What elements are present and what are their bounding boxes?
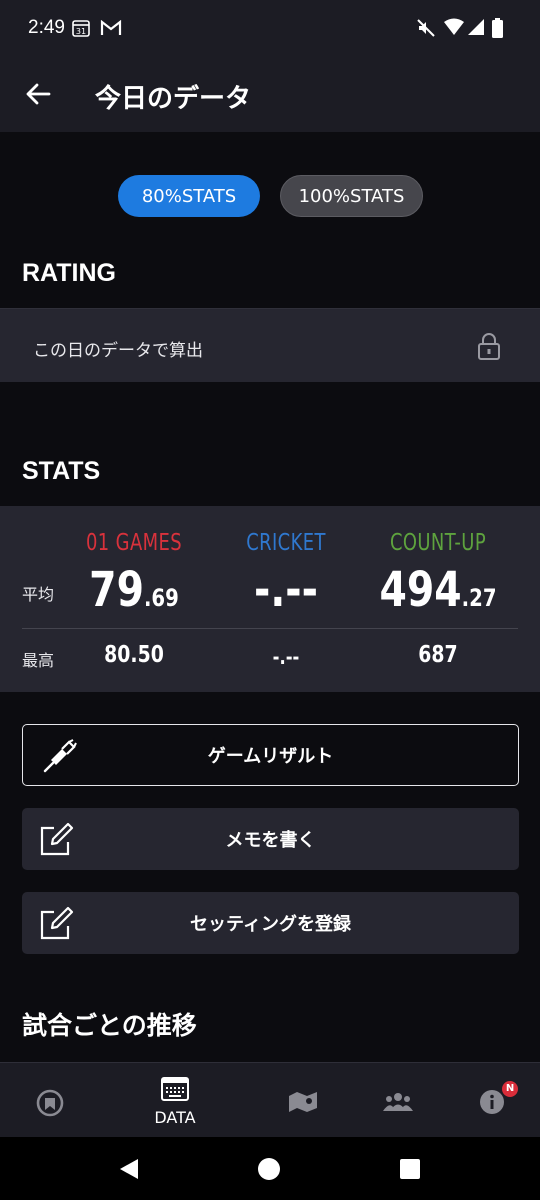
- mute-icon: [416, 18, 436, 42]
- status-bar: 2:49 31: [0, 0, 540, 60]
- nav-item-home[interactable]: [0, 1063, 100, 1138]
- avg-cricket: -.--: [254, 562, 318, 618]
- nav-item-friends[interactable]: [348, 1063, 448, 1138]
- dartboard-icon: [36, 1089, 64, 1117]
- col-head-01-games: 01 GAMES: [85, 530, 183, 556]
- signal-icon: [467, 18, 485, 40]
- trend-heading: 試合ごとの推移: [22, 1011, 197, 1040]
- col-head-cricket: CRICKET: [246, 530, 326, 556]
- nav-item-map[interactable]: [253, 1063, 353, 1138]
- keyboard-icon: [161, 1077, 189, 1101]
- people-icon: [383, 1093, 413, 1111]
- write-memo-label: メモを書く: [225, 830, 316, 851]
- rating-heading: RATING: [22, 259, 116, 287]
- dart-icon: [41, 739, 77, 778]
- register-setting-label: セッティングを登録: [190, 914, 351, 935]
- game-result-label: ゲームリザルト: [207, 746, 334, 767]
- status-time: 2:49: [28, 17, 65, 38]
- stats-divider: [22, 628, 518, 629]
- nav-item-data[interactable]: DATA: [125, 1063, 225, 1138]
- avg-label: 平均: [22, 585, 55, 604]
- toggle-80-stats[interactable]: 80%STATS: [118, 175, 260, 217]
- notification-badge: N: [502, 1081, 518, 1097]
- calendar-day: 31: [76, 27, 86, 36]
- recents-square-icon[interactable]: [400, 1159, 420, 1179]
- rating-row[interactable]: この日のデータで算出: [0, 308, 540, 382]
- arrow-left-icon: [26, 83, 51, 105]
- stats-heading: STATS: [22, 457, 101, 485]
- wifi-icon: [444, 18, 464, 40]
- app-bar: 今日のデータ: [0, 60, 540, 132]
- avg-01-games: 79.69: [89, 562, 179, 618]
- edit-icon: [40, 822, 74, 861]
- back-button[interactable]: [16, 72, 60, 116]
- toggle-100-stats[interactable]: 100%STATS: [280, 175, 423, 217]
- gmail-icon: [100, 19, 122, 40]
- battery-icon: [492, 18, 503, 42]
- lock-icon: [477, 332, 501, 364]
- col-head-count-up: COUNT-UP: [389, 530, 487, 556]
- bottom-nav: DATA N: [0, 1062, 540, 1137]
- info-icon: [480, 1090, 504, 1114]
- map-icon: [289, 1092, 317, 1112]
- rating-row-text: この日のデータで算出: [33, 341, 203, 361]
- home-circle-icon[interactable]: [258, 1158, 280, 1180]
- system-nav-bar: [0, 1137, 540, 1200]
- back-triangle-icon[interactable]: [118, 1158, 140, 1180]
- best-count-up: 687: [418, 642, 458, 668]
- nav-label-data: DATA: [154, 1108, 196, 1127]
- register-setting-button[interactable]: セッティングを登録: [22, 892, 519, 954]
- avg-count-up: 494.27: [379, 562, 497, 618]
- best-01-games: 80.50: [104, 642, 164, 668]
- write-memo-button[interactable]: メモを書く: [22, 808, 519, 870]
- nav-item-info[interactable]: N: [442, 1063, 540, 1138]
- calendar-icon: 31: [72, 19, 90, 41]
- edit-icon: [40, 906, 74, 945]
- best-label: 最高: [22, 651, 55, 670]
- best-cricket: -.--: [272, 645, 300, 669]
- game-result-button[interactable]: ゲームリザルト: [22, 724, 519, 786]
- page-title: 今日のデータ: [95, 84, 252, 114]
